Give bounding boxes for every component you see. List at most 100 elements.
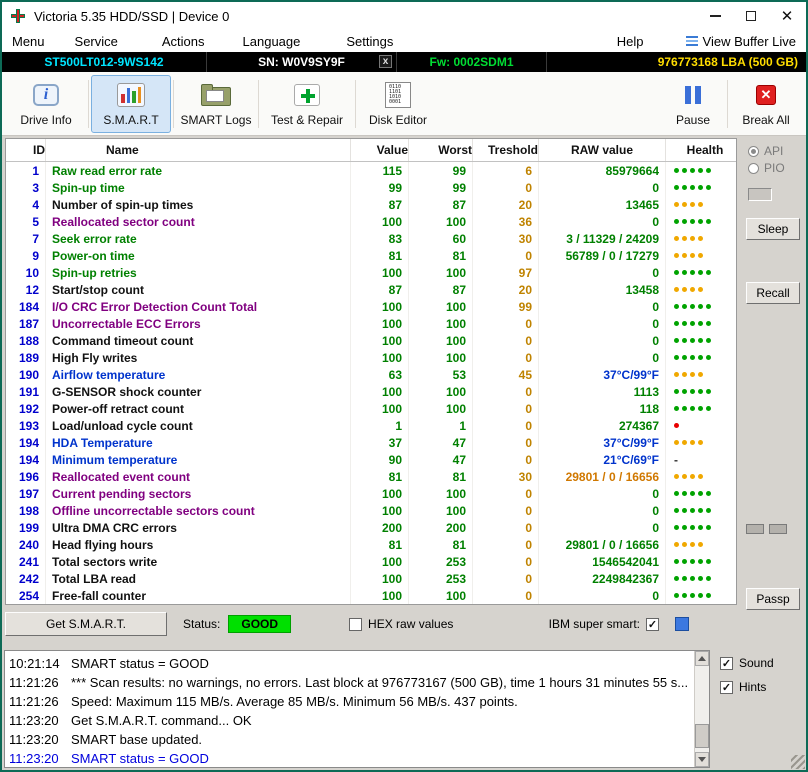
table-row[interactable]: 189 High Fly writes 100 100 0 0: [6, 349, 736, 366]
table-row[interactable]: 193 Load/unload cycle count 1 1 0 274367: [6, 417, 736, 434]
cell-value: 100: [351, 315, 409, 332]
close-button[interactable]: ✕: [776, 6, 798, 26]
table-row[interactable]: 9 Power-on time 81 81 0 56789 / 0 / 17279: [6, 247, 736, 264]
health-dot: [682, 491, 687, 496]
hints-checkbox[interactable]: ✓: [720, 680, 733, 694]
table-row[interactable]: 196 Reallocated event count 81 81 30 29801 / …: [6, 468, 736, 485]
cell-id: 254: [6, 587, 46, 604]
health-dot: [706, 338, 711, 343]
table-row[interactable]: 12 Start/stop count 87 87 20 13458: [6, 281, 736, 298]
table-row[interactable]: 7 Seek error rate 83 60 30 3 / 11329 / 24209: [6, 230, 736, 247]
sound-checkbox-row[interactable]: ✓ Sound: [720, 656, 774, 670]
hints-checkbox-row[interactable]: ✓ Hints: [720, 680, 766, 694]
recall-button[interactable]: Recall: [746, 282, 800, 304]
menu-item-service[interactable]: Service: [75, 34, 118, 49]
disk-editor-button[interactable]: 0110 1101 1010 0001 Disk Editor: [358, 75, 438, 133]
toolbar-separator: [727, 79, 728, 128]
header-health[interactable]: Health: [666, 139, 736, 161]
health-dot: [682, 474, 687, 479]
sleep-button[interactable]: Sleep: [746, 218, 800, 240]
table-row[interactable]: 197 Current pending sectors 100 100 0 0: [6, 485, 736, 502]
device-model[interactable]: ST500LT012-9WS142: [2, 52, 207, 72]
scroll-down-button[interactable]: [695, 752, 709, 767]
drive-info-button[interactable]: i Drive Info: [6, 75, 86, 133]
health-dot: [674, 542, 679, 547]
pio-radio[interactable]: PIO: [748, 161, 785, 175]
scroll-up-button[interactable]: [695, 651, 709, 666]
cell-value: 1: [351, 417, 409, 434]
table-row[interactable]: 191 G-SENSOR shock counter 100 100 0 1113: [6, 383, 736, 400]
minimize-button[interactable]: [704, 6, 726, 26]
cell-worst: 99: [409, 179, 473, 196]
toolbar-separator: [355, 79, 356, 128]
header-id[interactable]: ID: [6, 139, 46, 161]
header-raw[interactable]: RAW value: [539, 139, 666, 161]
view-buffer-live-button[interactable]: View Buffer Live: [685, 34, 796, 49]
pause-button[interactable]: Pause: [661, 75, 725, 133]
cell-treshold: 0: [473, 332, 539, 349]
table-row[interactable]: 5 Reallocated sector count 100 100 36 0: [6, 213, 736, 230]
menu-item-help[interactable]: Help: [617, 34, 644, 49]
menu-item-language[interactable]: Language: [243, 34, 301, 49]
health-dot: [698, 202, 703, 207]
sound-checkbox[interactable]: ✓: [720, 656, 733, 670]
table-row[interactable]: 198 Offline uncorrectable sectors count 10…: [6, 502, 736, 519]
table-row[interactable]: 192 Power-off retract count 100 100 0 118: [6, 400, 736, 417]
table-row[interactable]: 242 Total LBA read 100 253 0 2249842367: [6, 570, 736, 587]
scrollbar-track[interactable]: [695, 666, 709, 752]
health-dot: [706, 508, 711, 513]
maximize-button[interactable]: [740, 6, 762, 26]
header-worst[interactable]: Worst: [409, 139, 473, 161]
table-row[interactable]: 187 Uncorrectable ECC Errors 100 100 0 0: [6, 315, 736, 332]
health-dot: [682, 168, 687, 173]
resize-grip[interactable]: [791, 755, 805, 769]
pio-label: PIO: [764, 161, 785, 175]
table-row[interactable]: 190 Airflow temperature 63 53 45 37°C/99°F: [6, 366, 736, 383]
menu-item-settings[interactable]: Settings: [346, 34, 393, 49]
test-repair-button[interactable]: Test & Repair: [261, 75, 353, 133]
log-scrollbar[interactable]: [694, 651, 709, 767]
menu-item-actions[interactable]: Actions: [162, 34, 205, 49]
blue-indicator[interactable]: [675, 617, 689, 631]
table-row[interactable]: 254 Free-fall counter 100 100 0 0: [6, 587, 736, 604]
ibm-super-smart-checkbox[interactable]: ✓: [646, 617, 659, 631]
break-all-button[interactable]: ✕ Break All: [730, 75, 802, 133]
header-name[interactable]: Name: [46, 139, 351, 161]
table-row[interactable]: 3 Spin-up time 99 99 0 0: [6, 179, 736, 196]
header-treshold[interactable]: Treshold: [473, 139, 539, 161]
cell-raw: 13458: [539, 281, 666, 298]
smart-button[interactable]: S.M.A.R.T: [91, 74, 171, 133]
smart-logs-button[interactable]: SMART Logs: [176, 75, 256, 133]
table-row[interactable]: 199 Ultra DMA CRC errors 200 200 0 0: [6, 519, 736, 536]
header-value[interactable]: Value: [351, 139, 409, 161]
mini-button-right[interactable]: [769, 524, 787, 534]
table-row[interactable]: 10 Spin-up retries 100 100 97 0: [6, 264, 736, 281]
table-row[interactable]: 188 Command timeout count 100 100 0 0: [6, 332, 736, 349]
mini-button-left[interactable]: [746, 524, 764, 534]
cell-value: 100: [351, 485, 409, 502]
hex-raw-checkbox[interactable]: [349, 617, 363, 631]
health-indicator: [666, 519, 736, 536]
cell-value: 100: [351, 349, 409, 366]
menu-item-menu[interactable]: Menu: [12, 34, 45, 49]
cell-value: 100: [351, 264, 409, 281]
table-row[interactable]: 194 Minimum temperature 90 47 0 21°C/69°F -: [6, 451, 736, 468]
table-row[interactable]: 194 HDA Temperature 37 47 0 37°C/99°F: [6, 434, 736, 451]
table-row[interactable]: 1 Raw read error rate 115 99 6 85979664: [6, 162, 736, 179]
health-dot: [698, 338, 703, 343]
device-close-button[interactable]: x: [379, 55, 392, 68]
table-row[interactable]: 184 I/O CRC Error Detection Count Total 10…: [6, 298, 736, 315]
passp-button[interactable]: Passp: [746, 588, 800, 610]
health-dot: [674, 304, 679, 309]
cell-worst: 47: [409, 451, 473, 468]
table-row[interactable]: 241 Total sectors write 100 253 0 1546542041: [6, 553, 736, 570]
cell-name: Load/unload cycle count: [46, 417, 351, 434]
api-radio[interactable]: API: [748, 144, 783, 158]
table-row[interactable]: 4 Number of spin-up times 87 87 20 13465: [6, 196, 736, 213]
cell-id: 199: [6, 519, 46, 536]
table-row[interactable]: 240 Head flying hours 81 81 0 29801 / 0 / 166…: [6, 536, 736, 553]
scrollbar-thumb[interactable]: [695, 724, 709, 748]
get-smart-button[interactable]: Get S.M.A.R.T.: [5, 612, 167, 636]
toolbar-separator: [258, 79, 259, 128]
cell-worst: 100: [409, 587, 473, 604]
